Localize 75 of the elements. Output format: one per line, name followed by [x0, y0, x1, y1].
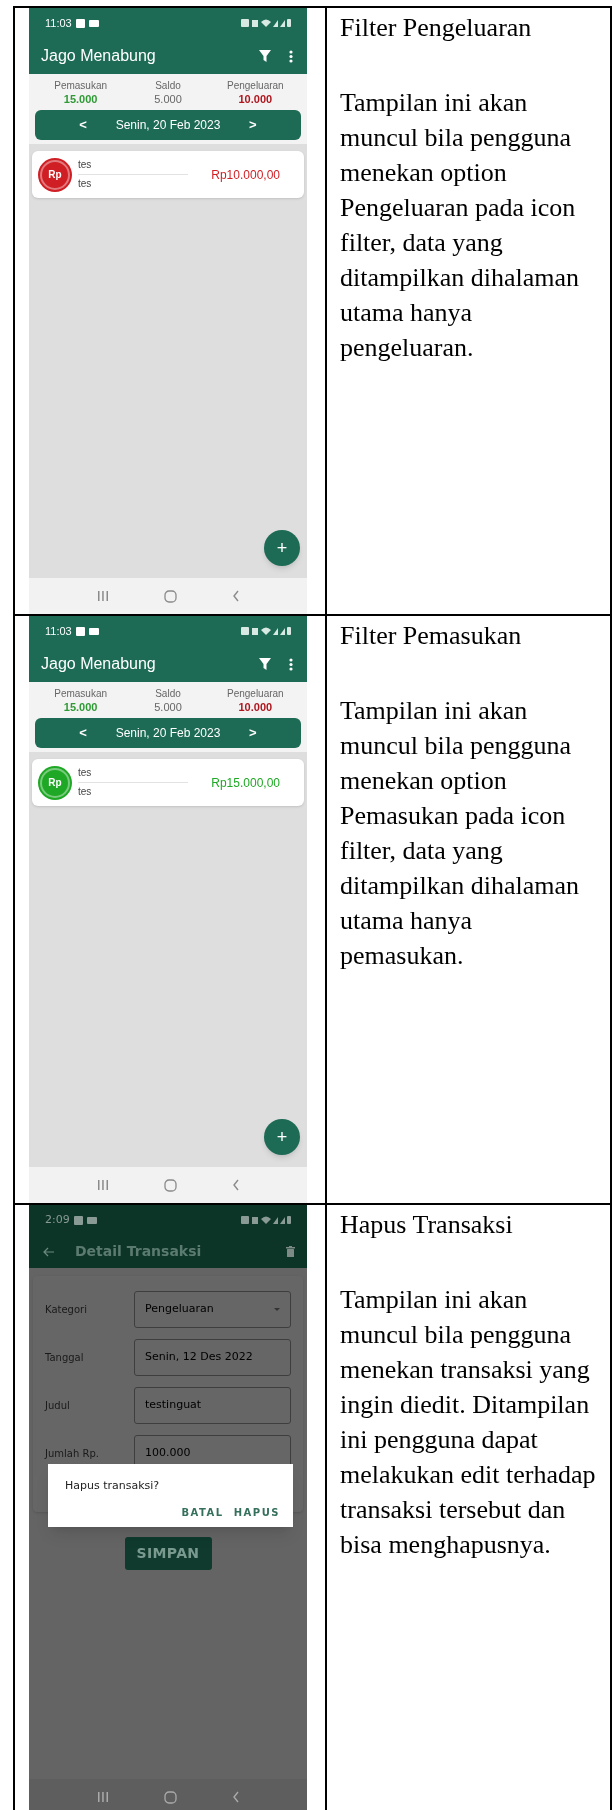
summary-label: Pemasukan: [54, 687, 108, 700]
status-icons: [241, 18, 291, 28]
status-time: 11:03: [45, 15, 72, 31]
status-time: 2:09: [45, 1211, 70, 1228]
dropdown-caret-icon: [274, 1308, 280, 1311]
input-field[interactable]: testinguat: [134, 1387, 291, 1424]
app-title: Jago Menabung: [41, 46, 156, 66]
filter-icon[interactable]: [259, 50, 271, 62]
transaction-title: tes: [78, 158, 93, 172]
notification-icons: [75, 18, 100, 28]
summary-label: Saldo: [155, 687, 181, 700]
badge-text: Rp: [48, 168, 62, 182]
more-options-icon[interactable]: [289, 49, 293, 63]
section-description: Tampilan ini akan muncul bila pengguna menekan option Pengeluaran pada icon filter, data yang ditampilkan dihalaman utama hanya pengeluaran.: [340, 87, 580, 364]
summary-label: Saldo: [155, 79, 181, 92]
field-label: Kategori: [45, 1303, 88, 1317]
summary-value: 15.000: [63, 700, 98, 714]
field-label: Tanggal: [45, 1351, 85, 1365]
summary-label: Pengeluaran: [226, 79, 284, 92]
previous-day-button[interactable]: <: [79, 723, 87, 743]
transaction-amount: Rp15.000,00: [211, 774, 280, 792]
next-day-button[interactable]: >: [249, 723, 257, 743]
recent-apps-icon[interactable]: [96, 590, 109, 602]
previous-day-button[interactable]: <: [79, 115, 87, 135]
field-label: Judul: [45, 1399, 71, 1413]
category-dropdown[interactable]: Pengeluaran: [134, 1291, 291, 1328]
home-icon[interactable]: [163, 1178, 177, 1192]
status-time: 11:03: [45, 623, 72, 639]
dialog-button[interactable]: BATAL: [181, 1504, 224, 1520]
transaction-amount: Rp10.000,00: [211, 166, 280, 184]
transaction-subtitle: tes: [78, 785, 93, 799]
more-options-icon[interactable]: [289, 657, 293, 671]
back-icon[interactable]: [231, 590, 240, 602]
field-label: Jumlah Rp.: [45, 1447, 100, 1461]
dialog-message: Hapus transaksi?: [65, 1478, 161, 1494]
home-icon[interactable]: [163, 589, 177, 603]
status-icons: [241, 1215, 291, 1225]
section-description: Tampilan ini akan muncul bila pengguna menekan transaksi yang ingin diedit. Ditampilan ini pengguna dapat melakukan edit terhadap transaksi tersebut dan bisa menghapusnya.: [340, 1284, 596, 1561]
home-icon[interactable]: [163, 1790, 177, 1804]
transaction-card[interactable]: Rp tes tes Rp10.000,00: [32, 151, 304, 198]
summary-value: 5.000: [154, 700, 182, 714]
add-button[interactable]: +: [264, 530, 300, 566]
dialog-button[interactable]: HAPUS: [233, 1504, 280, 1520]
transaction-title: tes: [78, 766, 93, 780]
input-field[interactable]: Senin, 12 Des 2022: [134, 1339, 291, 1376]
screen-title: Detail Transaksi: [75, 1242, 202, 1261]
notification-icons: [73, 1215, 98, 1225]
back-icon[interactable]: [231, 1179, 240, 1191]
add-button[interactable]: +: [264, 1119, 300, 1155]
date-label: Senin, 20 Feb 2023: [115, 725, 221, 742]
notification-icons: [75, 626, 100, 636]
status-icons: [241, 626, 291, 636]
app-title: Jago Menabung: [41, 654, 156, 674]
summary-label: Pemasukan: [54, 79, 108, 92]
section-description: Tampilan ini akan muncul bila pengguna menekan option Pemasukan pada icon filter, data yang ditampilkan dihalaman utama hanya pemasukan.: [340, 695, 580, 972]
section-title: Hapus Transaksi: [340, 1209, 514, 1241]
badge-text: Rp: [48, 776, 62, 790]
date-label: Senin, 20 Feb 2023: [115, 117, 221, 134]
trash-icon[interactable]: [286, 1246, 295, 1257]
summary-label: Pengeluaran: [226, 687, 284, 700]
recent-apps-icon[interactable]: [96, 1791, 109, 1803]
transaction-card[interactable]: Rp tes tes Rp15.000,00: [32, 759, 304, 806]
back-arrow-icon[interactable]: [43, 1246, 55, 1257]
next-day-button[interactable]: >: [249, 115, 257, 135]
summary-value: 10.000: [238, 700, 273, 714]
save-button[interactable]: SIMPAN: [124, 1537, 212, 1570]
summary-value: 15.000: [63, 92, 98, 106]
transaction-subtitle: tes: [78, 177, 93, 191]
back-icon[interactable]: [231, 1791, 240, 1803]
summary-value: 10.000: [238, 92, 273, 106]
section-title: Filter Pengeluaran: [340, 12, 533, 44]
summary-value: 5.000: [154, 92, 182, 106]
section-title: Filter Pemasukan: [340, 620, 523, 652]
filter-icon[interactable]: [259, 658, 271, 670]
recent-apps-icon[interactable]: [96, 1179, 109, 1191]
